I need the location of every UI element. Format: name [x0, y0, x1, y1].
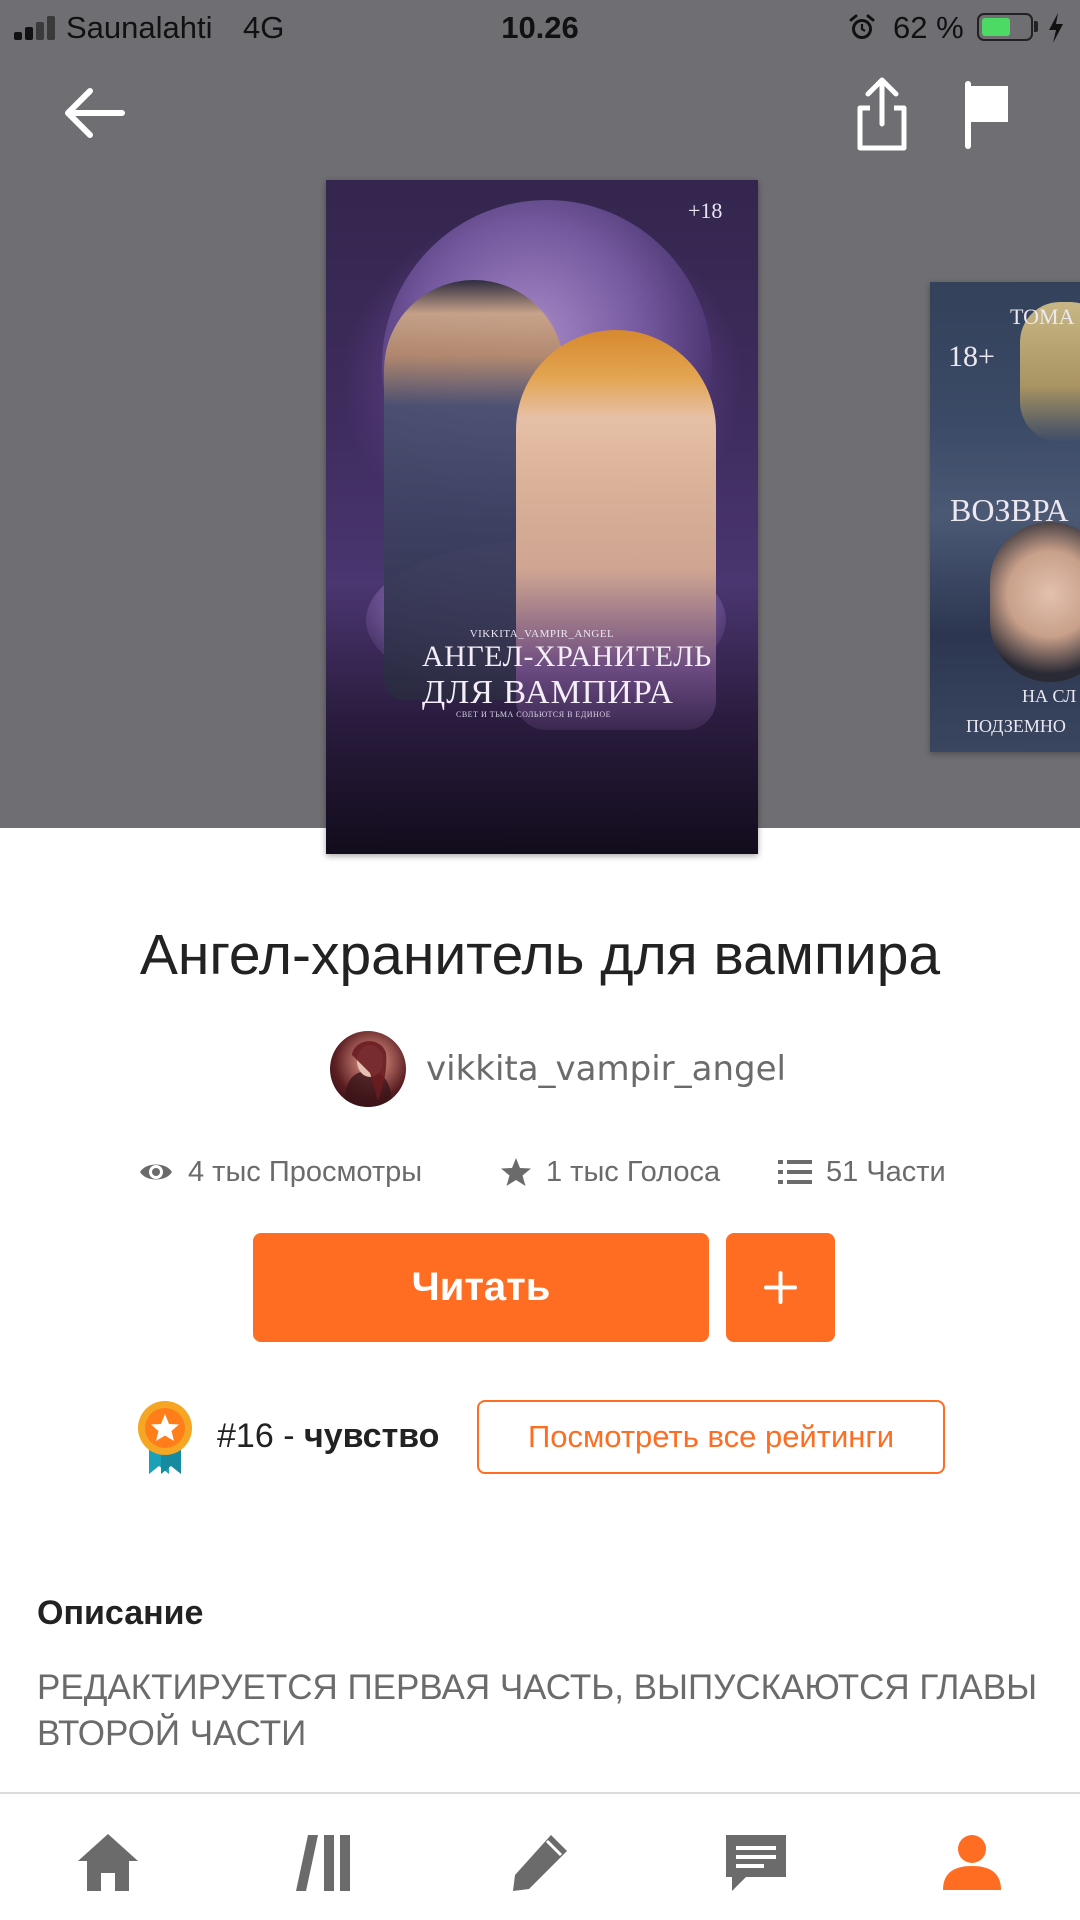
votes-stat: 1 тыс Голоса — [500, 1150, 720, 1194]
description-heading: Описание — [37, 1594, 204, 1632]
parts-count: 51 Части — [826, 1155, 946, 1188]
rank-separator: - — [283, 1417, 295, 1455]
share-icon[interactable] — [852, 74, 912, 154]
read-button[interactable]: Читать — [253, 1233, 709, 1342]
list-icon — [778, 1160, 812, 1184]
view-all-ratings-button[interactable]: Посмотреть все рейтинги — [477, 1400, 945, 1474]
write-icon — [513, 1835, 567, 1891]
messages-icon — [726, 1835, 786, 1891]
book-header: Saunalahti 4G 10.26 62 % +18 VIKKITA_VAM… — [0, 0, 1080, 854]
views-count: 4 тыс Просмотры — [188, 1155, 423, 1188]
medal-icon — [138, 1401, 192, 1474]
parts-stat: 51 Части — [778, 1150, 946, 1194]
rank-tag: чувство — [303, 1417, 440, 1455]
home-icon — [78, 1834, 138, 1891]
cover-tagline: СВЕТ И ТЬМА СОЛЬЮТСЯ В ЕДИНОЕ — [456, 710, 611, 719]
next-cover-line1: НА СЛ — [1022, 686, 1077, 706]
author-row[interactable]: vikkita_vampir_angel — [330, 1030, 786, 1108]
nav-profile[interactable] — [932, 1822, 1012, 1902]
plus-icon — [764, 1271, 797, 1304]
next-book-cover[interactable]: ТОМА 18+ ВОЗВРА НА СЛ ПОДЗЕМНО — [930, 282, 1080, 752]
profile-icon — [943, 1835, 1001, 1890]
bottom-nav — [0, 1792, 1080, 1920]
cover-author: VIKKITA_VAMPIR_ANGEL — [469, 628, 615, 640]
book-stats: 4 тыс Просмотры 1 тыс Голоса 51 Части — [0, 1150, 1080, 1194]
rank-text: #16 - чувство — [217, 1417, 439, 1456]
status-bar: Saunalahti 4G 10.26 62 % — [0, 0, 1080, 56]
author-avatar[interactable] — [330, 1031, 406, 1107]
flag-icon[interactable] — [958, 80, 1018, 150]
avatar-portrait — [344, 1041, 392, 1107]
votes-count: 1 тыс Голоса — [546, 1155, 721, 1188]
nav-home[interactable] — [68, 1822, 148, 1902]
views-stat: 4 тыс Просмотры — [138, 1150, 422, 1194]
cover-age-badge: +18 — [688, 198, 723, 223]
eye-icon — [140, 1164, 172, 1180]
description-text: РЕДАКТИРУЕТСЯ ПЕРВАЯ ЧАСТЬ, ВЫПУСКАЮТСЯ … — [37, 1668, 1038, 1753]
next-cover-age-badge: 18+ — [948, 340, 995, 373]
nav-messages[interactable] — [716, 1822, 796, 1902]
next-cover-face — [990, 522, 1080, 682]
nav-library[interactable] — [284, 1822, 364, 1902]
battery-cap — [1034, 21, 1038, 32]
star-icon — [501, 1158, 531, 1186]
charging-icon — [1049, 13, 1063, 43]
add-to-library-button[interactable] — [726, 1233, 835, 1342]
battery-percent: 62 % — [893, 10, 964, 45]
next-cover-top-text: ТОМА — [1010, 304, 1075, 329]
book-cover[interactable]: +18 VIKKITA_VAMPIR_ANGEL Ангел-хранитель… — [326, 180, 758, 854]
author-name[interactable]: vikkita_vampir_angel — [426, 1049, 786, 1089]
cover-title-line1: Ангел-хранитель — [422, 640, 712, 673]
cover-title-line2: для вампира — [422, 674, 674, 711]
alarm-icon — [849, 14, 875, 39]
next-cover-title: ВОЗВРА — [950, 492, 1069, 528]
back-arrow-icon[interactable] — [60, 78, 130, 148]
battery-icon — [977, 13, 1033, 41]
book-title: Ангел-хранитель для вампира — [139, 923, 941, 987]
next-cover-line2: ПОДЗЕМНО — [966, 716, 1066, 736]
nav-write[interactable] — [500, 1822, 580, 1902]
library-icon — [296, 1835, 350, 1891]
rank-number: #16 — [217, 1417, 274, 1455]
